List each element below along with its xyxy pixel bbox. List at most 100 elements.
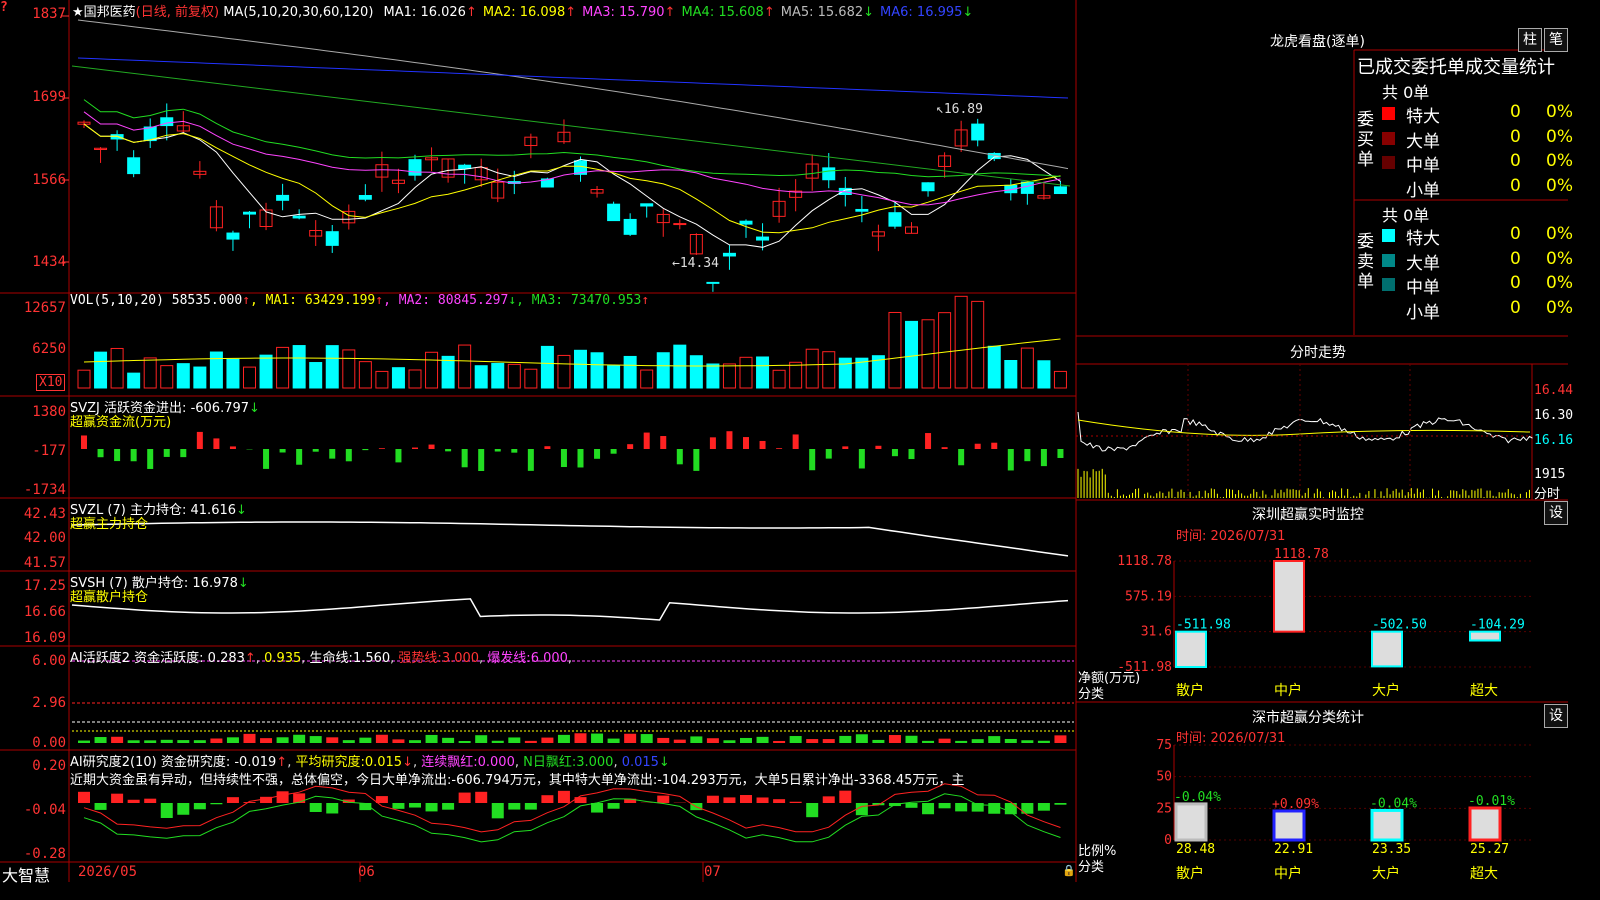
high-price-label: ↖16.89 (936, 102, 983, 117)
research-bar (94, 803, 107, 810)
activity-bar (657, 737, 670, 743)
fund-flow-bar (643, 432, 650, 449)
fund-flow-bar (560, 449, 567, 468)
activity-bar (226, 737, 239, 743)
classify-ytick: 50 (1156, 770, 1172, 785)
volume-bar (375, 370, 389, 389)
activity-bar (94, 737, 107, 743)
svsh-dir: ↓ (237, 576, 249, 591)
fund-flow-bar (693, 449, 700, 471)
classify-change: +0.09% (1272, 797, 1319, 812)
fund-flow-bar (180, 449, 187, 458)
volume-bar (193, 366, 207, 389)
candle-body (325, 231, 339, 246)
main-chart-canvas[interactable]: 1118.78575.1931.6-511.98-511.98散户1118.78… (0, 0, 1568, 882)
monitor-title: 深圳超赢实时监控 (1252, 507, 1364, 523)
research-bar (177, 803, 190, 815)
fund-flow-bar (163, 449, 170, 457)
svzj-ytick: -177 (32, 443, 66, 459)
ai1-strong: 强势线: (398, 651, 442, 666)
xaxis-label: 2026/05 (78, 864, 138, 880)
classify-time: 时间: 2026/07/31 (1176, 731, 1286, 746)
candle-body (127, 157, 141, 175)
ai2-lianxu: 连续飘红: (421, 755, 478, 770)
classify-title: 深市超赢分类统计 (1252, 710, 1364, 726)
research-bar (491, 803, 504, 819)
fund-flow-bar (709, 437, 716, 449)
order-count: 0 (1510, 273, 1521, 293)
ai1-name: 资金活跃度: (134, 651, 204, 666)
fund-flow-bar (527, 449, 534, 471)
research-bar (309, 803, 322, 812)
candle-body (739, 220, 753, 225)
order-count: 0 (1510, 224, 1521, 244)
volume-bar (491, 362, 505, 389)
period-mode[interactable]: (日线, 前复权) (136, 5, 219, 20)
classify-bar (1272, 809, 1306, 842)
activity-bar (409, 740, 421, 743)
candle-body (1053, 186, 1067, 195)
activity-bar (1037, 740, 1050, 743)
ai1-header: AI活跃度2 资金活跃度: 0.283↑, 0.935, 生命线:1.560, … (70, 651, 573, 666)
research-bar (988, 803, 1001, 814)
volume-bar (822, 351, 836, 389)
ai1-life: 生命线: (309, 651, 353, 666)
order-type: 特大 (1406, 107, 1440, 127)
activity-bar (458, 740, 471, 743)
svzj-ytick: 1380 (32, 404, 66, 420)
research-bar (326, 803, 339, 814)
activity-bar (524, 740, 537, 743)
order-color-swatch (1382, 229, 1395, 242)
order-count: 0 (1510, 248, 1521, 269)
fund-flow-bar (196, 431, 203, 449)
monitor-settings-button[interactable]: 设 (1544, 501, 1568, 525)
classify-change: -0.01% (1468, 794, 1515, 809)
xaxis-label: 06 (358, 864, 375, 880)
volume-bar (259, 354, 273, 389)
order-type: 中单 (1406, 156, 1440, 176)
tick-mode-button[interactable]: 笔 (1544, 28, 1568, 52)
order-type: 大单 (1406, 253, 1440, 274)
activity-bar (955, 740, 968, 743)
activity-bar (922, 740, 935, 743)
activity-bar (756, 736, 769, 743)
activity-bar (111, 736, 124, 743)
intraday-ytick: 16.16 (1534, 433, 1574, 448)
volume-bar (954, 295, 968, 389)
volume-bar (209, 351, 223, 389)
svsh-subtitle: 超赢散户持仓 (70, 590, 149, 605)
fund-flow-bar (114, 449, 121, 462)
brand-logo[interactable]: 大智慧 (2, 862, 50, 886)
ai2-avg: 平均研究度: (295, 755, 365, 770)
svzl-ytick: 42.00 (23, 530, 66, 546)
classify-ytick: 0 (1164, 833, 1172, 848)
research-bar (243, 802, 256, 803)
activity-bar (740, 737, 752, 743)
favorite-star-icon[interactable]: ★ (72, 5, 84, 20)
order-pct: 0% (1546, 175, 1573, 196)
lock-icon[interactable]: 🔒 (1062, 864, 1076, 877)
monitor-ytick: 575.19 (1125, 589, 1172, 604)
ai2-ytick: -0.28 (23, 846, 66, 862)
ai2-avg-v: 0.015 (364, 755, 403, 770)
svzj-value: -606.797 (190, 401, 250, 416)
ma-values: MA1: 16.026↑ MA2: 16.098↑ MA3: 15.790↑ MA4:… (378, 5, 974, 20)
research-bar (740, 795, 752, 803)
activity-bar (806, 739, 819, 743)
fund-flow-bar (842, 446, 849, 449)
low-price-label: ←14.34 (672, 256, 719, 271)
volume-bar (557, 354, 571, 389)
research-bar (541, 795, 554, 803)
fund-flow-bar (676, 449, 683, 465)
monitor-category: 散户 (1176, 682, 1204, 699)
fund-flow-bar (792, 434, 799, 449)
main-ytick: 1837 (32, 6, 66, 22)
bar-mode-button[interactable]: 柱 (1518, 28, 1542, 52)
ma-value-2: MA2: 16.098↑ (482, 5, 577, 20)
svsh-ytick: 16.09 (23, 630, 66, 646)
activity-bar (243, 733, 256, 743)
research-bar (210, 803, 223, 805)
ai1-burst: 爆发线: (487, 651, 531, 666)
classify-settings-button[interactable]: 设 (1544, 704, 1568, 728)
ai2-name: 资金研究度: (160, 755, 231, 770)
